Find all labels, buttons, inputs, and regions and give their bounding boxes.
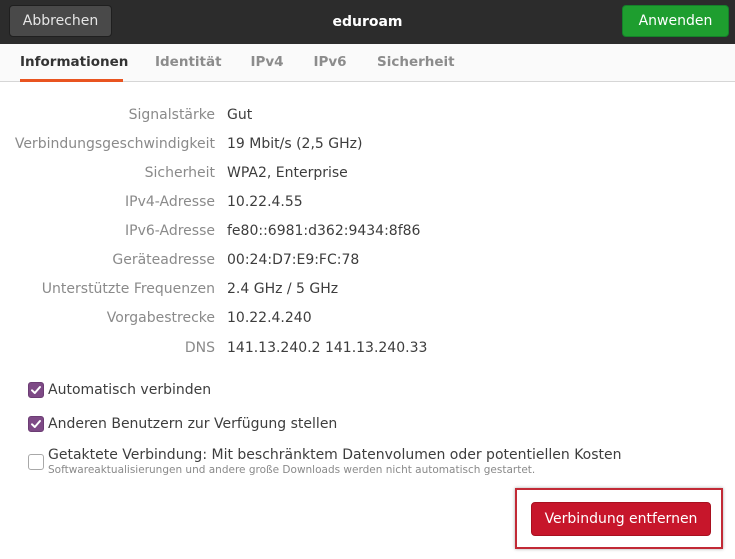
detail-row-ipv4: IPv4-Adresse 10.22.4.55 [0, 191, 735, 213]
detail-row-gateway: Vorgabestrecke 10.22.4.240 [0, 307, 735, 329]
checkmark-icon[interactable] [28, 382, 44, 398]
tab-ipv6[interactable]: IPv6 [313, 44, 347, 81]
tab-sicherheit[interactable]: Sicherheit [377, 44, 455, 81]
detail-value: 00:24:D7:E9:FC:78 [227, 252, 360, 268]
cancel-button[interactable]: Abbrechen [9, 5, 112, 37]
tab-informationen[interactable]: Informationen [20, 44, 128, 82]
detail-value: 19 Mbit/s (2,5 GHz) [227, 136, 363, 152]
tab-ipv4[interactable]: IPv4 [250, 44, 284, 81]
metered-text: Getaktete Verbindung: Mit beschränktem D… [48, 446, 622, 477]
tab-identitaet[interactable]: Identität [155, 44, 222, 81]
detail-row-speed: Verbindungsgeschwindigkeit 19 Mbit/s (2,… [0, 133, 735, 155]
metered-checkbox[interactable]: Getaktete Verbindung: Mit beschränktem D… [28, 446, 622, 476]
detail-label: Vorgabestrecke [106, 310, 215, 326]
detail-row-signal: Signalstärke Gut [0, 104, 735, 126]
header-bar: Abbrechen eduroam Anwenden [0, 0, 735, 44]
detail-label: DNS [184, 340, 215, 356]
checkbox-box[interactable] [28, 454, 44, 470]
detail-label: Sicherheit [144, 165, 215, 181]
detail-row-frequencies: Unterstützte Frequenzen 2.4 GHz / 5 GHz [0, 278, 735, 300]
detail-label: Unterstützte Frequenzen [41, 281, 215, 297]
detail-row-security: Sicherheit WPA2, Enterprise [0, 162, 735, 184]
auto-connect-label: Automatisch verbinden [48, 382, 212, 398]
remove-connection-button[interactable]: Verbindung entfernen [531, 502, 711, 536]
detail-label: IPv4-Adresse [125, 194, 215, 210]
detail-label: Verbindungsgeschwindigkeit [14, 136, 215, 152]
detail-row-mac: Geräteadresse 00:24:D7:E9:FC:78 [0, 249, 735, 271]
detail-value: 2.4 GHz / 5 GHz [227, 281, 339, 297]
tab-bar: Informationen Identität IPv4 IPv6 Sicher… [0, 44, 735, 82]
detail-row-dns: DNS 141.13.240.2 141.13.240.33 [0, 337, 735, 359]
checkmark-icon[interactable] [28, 416, 44, 432]
detail-value: 141.13.240.2 141.13.240.33 [227, 340, 428, 356]
detail-label: Geräteadresse [112, 252, 215, 268]
auto-connect-checkbox[interactable]: Automatisch verbinden [28, 381, 211, 401]
detail-label: IPv6-Adresse [125, 223, 215, 239]
detail-value: 10.22.4.55 [227, 194, 303, 210]
share-users-label: Anderen Benutzern zur Verfügung stellen [48, 416, 338, 432]
detail-label: Signalstärke [128, 107, 215, 123]
detail-value: Gut [227, 107, 253, 123]
detail-value: 10.22.4.240 [227, 310, 312, 326]
detail-value: fe80::6981:d362:9434:8f86 [227, 223, 421, 239]
detail-row-ipv6: IPv6-Adresse fe80::6981:d362:9434:8f86 [0, 220, 735, 242]
detail-value: WPA2, Enterprise [227, 165, 348, 181]
apply-button[interactable]: Anwenden [622, 5, 729, 37]
metered-sublabel: Softwareaktualisierungen und andere groß… [48, 464, 536, 476]
share-users-checkbox[interactable]: Anderen Benutzern zur Verfügung stellen [28, 415, 337, 435]
metered-label: Getaktete Verbindung: Mit beschränktem D… [48, 447, 622, 463]
